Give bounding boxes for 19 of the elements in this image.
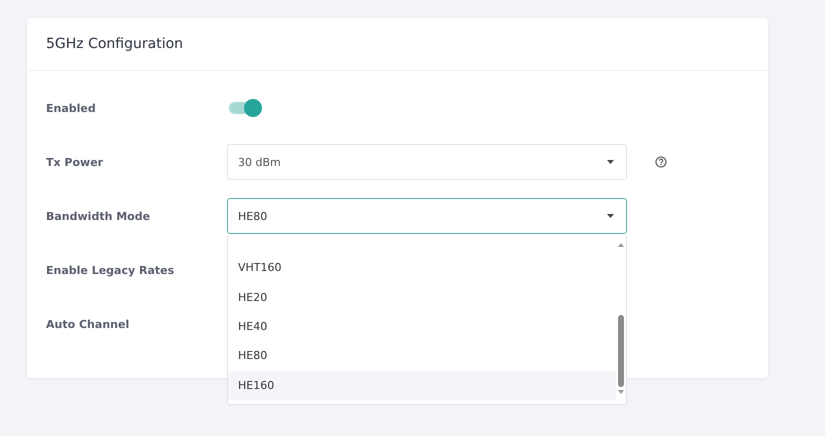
card-title: 5GHz Configuration [46,36,184,52]
select-field[interactable]: HE80 [227,198,627,234]
scroll-up-arrow-icon[interactable] [618,243,624,247]
help-icon[interactable] [655,156,667,168]
scroll-down-arrow-icon[interactable] [618,390,624,394]
caret-icon [607,160,614,164]
field-label: Tx Power [45,156,104,168]
dropdown-option[interactable]: HE80 [228,341,616,371]
field-label: Bandwidth Mode [45,210,152,222]
select-field[interactable]: 30 dBm [227,144,627,180]
field-label: Enabled [45,102,97,114]
caret-icon [607,214,614,218]
toggle-switch[interactable] [229,102,259,114]
dropdown-option[interactable]: HE20 [228,282,616,312]
dropdown-option[interactable]: VHT160 [228,253,616,282]
field-label: Auto Channel [45,318,130,330]
dropdown-option[interactable]: HE40 [228,312,616,342]
field-label: Enable Legacy Rates [45,264,176,276]
dropdown-option[interactable]: HE160 [228,370,616,400]
